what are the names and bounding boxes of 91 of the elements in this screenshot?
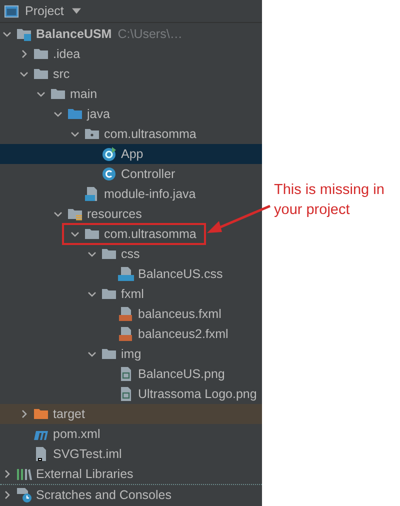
folder-icon: [50, 86, 66, 102]
item-label: External Libraries: [36, 467, 134, 481]
item-label: pom.xml: [53, 427, 100, 441]
chevron-down-icon[interactable]: [87, 349, 97, 359]
fxml-file-icon: [118, 306, 134, 322]
annotation-text: This is missing in your project: [274, 181, 386, 220]
class-icon: [101, 166, 117, 182]
tree-row[interactable]: fxml: [0, 284, 262, 304]
tree-row[interactable]: module-info.java: [0, 184, 262, 204]
module-file-icon: [33, 446, 49, 462]
scratch-clock-icon: [16, 486, 32, 502]
folder-icon: [33, 406, 49, 422]
item-label: fxml: [121, 287, 144, 301]
folder-icon: [84, 226, 100, 242]
tree-row[interactable]: target: [0, 404, 262, 424]
item-label: Scratches and Consoles: [36, 488, 172, 502]
item-label: balanceus2.fxml: [138, 327, 228, 341]
chevron-right-icon[interactable]: [19, 409, 29, 419]
chevron-down-icon[interactable]: [53, 209, 63, 219]
chevron-right-icon[interactable]: [19, 49, 29, 59]
tree-row[interactable]: com.ultrasomma: [0, 224, 262, 244]
item-label: java: [87, 107, 110, 121]
tree-row[interactable]: src: [0, 64, 262, 84]
chevron-down-icon[interactable]: [87, 289, 97, 299]
tree-row[interactable]: com.ultrasomma: [0, 124, 262, 144]
chevron-down-icon[interactable]: [70, 129, 80, 139]
item-label: module-info.java: [104, 187, 196, 201]
item-label: resources: [87, 207, 142, 221]
tree-row[interactable]: BalanceUS.png: [0, 364, 262, 384]
css-file-icon: [118, 266, 134, 282]
item-label: BalanceUS.png: [138, 367, 225, 381]
item-label: Controller: [121, 167, 176, 181]
item-label: img: [121, 347, 142, 361]
java-file-icon: [84, 186, 100, 202]
folder-icon: [33, 66, 49, 82]
folder-icon: [67, 106, 83, 122]
item-label: App: [121, 147, 144, 161]
item-label: main: [70, 87, 98, 101]
tree-row[interactable]: main: [0, 84, 262, 104]
folder-icon: [101, 286, 117, 302]
item-label: com.ultrasomma: [104, 227, 196, 241]
item-label: .idea: [53, 47, 80, 61]
tree-row[interactable]: Scratches and Consoles: [0, 484, 262, 504]
chevron-right-icon[interactable]: [2, 469, 12, 479]
folder-icon: [101, 346, 117, 362]
panel-title[interactable]: Project: [25, 4, 64, 18]
tree-row[interactable]: pom.xml: [0, 424, 262, 444]
chevron-down-icon[interactable]: [2, 29, 12, 39]
annotation-arrow: [207, 204, 270, 233]
item-label: BalanceUSM: [36, 27, 112, 41]
tree-row[interactable]: .idea: [0, 44, 262, 64]
tree-row[interactable]: SVGTest.iml: [0, 444, 262, 464]
item-label: SVGTest.iml: [53, 447, 122, 461]
dropdown-caret-icon[interactable]: [72, 8, 81, 14]
tree-row[interactable]: Controller: [0, 164, 262, 184]
image-file-icon: [118, 366, 134, 382]
item-label: com.ultrasomma: [104, 127, 196, 141]
tree-row[interactable]: balanceus2.fxml: [0, 324, 262, 344]
item-label: BalanceUS.css: [138, 267, 223, 281]
tree-row[interactable]: BalanceUS.css: [0, 264, 262, 284]
package-icon: [84, 126, 100, 142]
folder-icon: [101, 246, 117, 262]
tree-row[interactable]: Ultrassoma Logo.png: [0, 384, 262, 404]
module-folder-icon: [16, 26, 32, 42]
item-label: target: [53, 407, 85, 421]
tree-row[interactable]: BalanceUSM C:\Users\…: [0, 24, 262, 44]
chevron-down-icon[interactable]: [70, 229, 80, 239]
tree-row[interactable]: balanceus.fxml: [0, 304, 262, 324]
item-path: C:\Users\…: [118, 27, 182, 41]
fxml-file-icon: [118, 326, 134, 342]
item-label: css: [121, 247, 140, 261]
tree-row[interactable]: css: [0, 244, 262, 264]
window-icon: [4, 4, 19, 18]
tree-row[interactable]: java: [0, 104, 262, 124]
libraries-icon: [16, 466, 32, 482]
item-label: balanceus.fxml: [138, 307, 222, 321]
chevron-down-icon[interactable]: [36, 89, 46, 99]
chevron-down-icon[interactable]: [87, 249, 97, 259]
chevron-right-icon[interactable]: [2, 490, 12, 500]
folder-icon: [33, 46, 49, 62]
image-file-icon: [118, 386, 134, 402]
item-label: src: [53, 67, 70, 81]
chevron-down-icon[interactable]: [53, 109, 63, 119]
chevron-down-icon[interactable]: [19, 69, 29, 79]
tree-row[interactable]: App: [0, 144, 262, 164]
run-class-icon: [101, 146, 117, 162]
tree-row[interactable]: img: [0, 344, 262, 364]
tree-row[interactable]: External Libraries: [0, 464, 262, 484]
resources-folder-icon: [67, 206, 83, 222]
tree-row[interactable]: resources: [0, 204, 262, 224]
item-label: Ultrassoma Logo.png: [138, 387, 257, 401]
